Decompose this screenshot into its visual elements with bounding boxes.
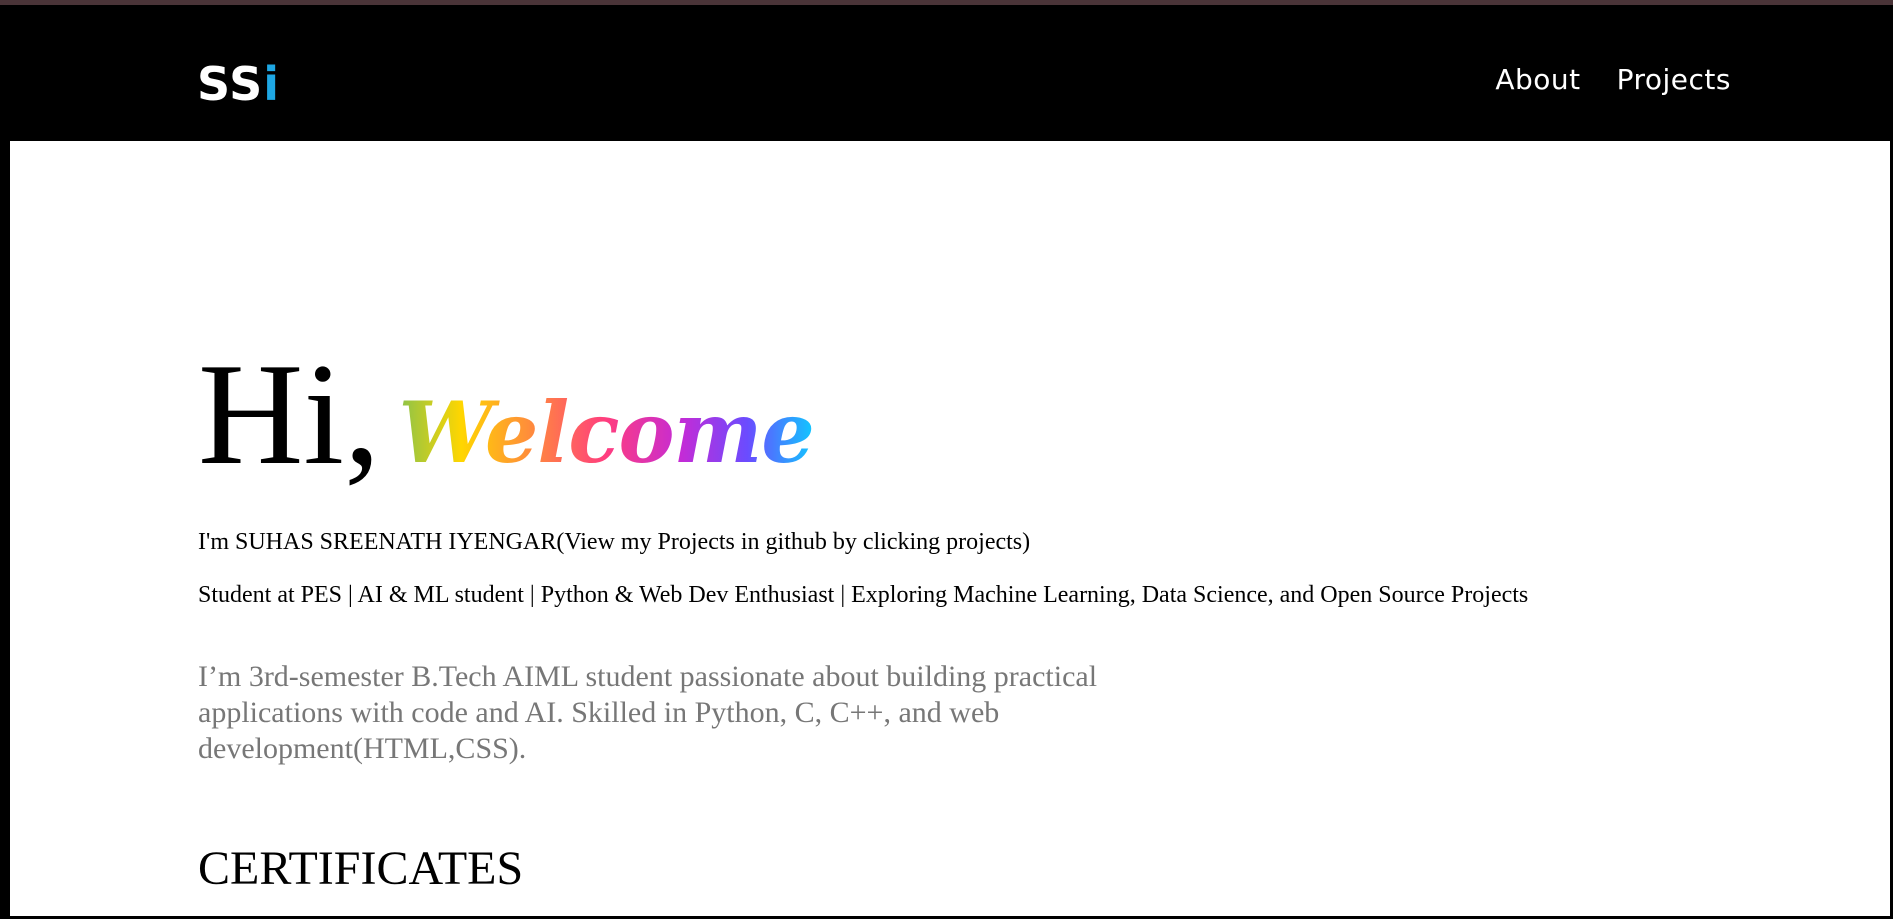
navbar: SSi About Projects <box>0 5 1893 141</box>
nav-link-projects[interactable]: Projects <box>1617 63 1731 96</box>
certificates-heading: CERTIFICATES <box>198 842 524 895</box>
welcome-text: Welcome <box>398 383 815 482</box>
intro-text: I'm SUHAS SREENATH IYENGAR(View my Proje… <box>198 529 1031 555</box>
site-logo[interactable]: SSi <box>197 57 280 111</box>
greeting-text: Hi, <box>198 333 381 495</box>
hero-heading: Hi, Welcome <box>198 333 815 495</box>
about-description: I’m 3rd-semester B.Tech AIML student pas… <box>198 660 1098 765</box>
nav-links: About Projects <box>1495 63 1731 96</box>
nav-link-about[interactable]: About <box>1495 63 1580 96</box>
tagline-text: Student at PES | AI & ML student | Pytho… <box>198 582 1529 608</box>
main-content: Hi, Welcome I'm SUHAS SREENATH IYENGAR(V… <box>10 141 1890 916</box>
logo-accent-text: i <box>263 57 280 111</box>
logo-text: SS <box>197 57 264 111</box>
